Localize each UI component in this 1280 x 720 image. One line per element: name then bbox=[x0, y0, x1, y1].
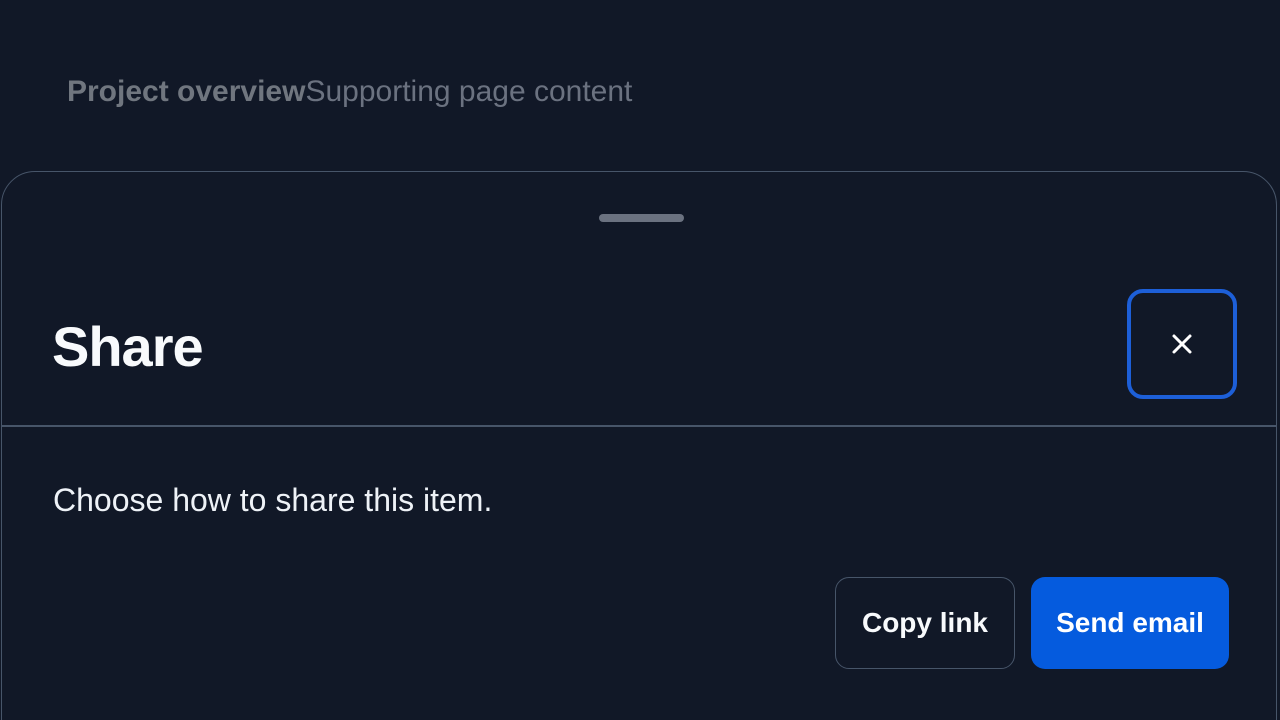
close-icon bbox=[1170, 323, 1194, 365]
background-header: Project overview Supporting page content bbox=[67, 72, 632, 112]
sheet-description: Choose how to share this item. bbox=[53, 482, 493, 518]
drag-handle[interactable] bbox=[599, 214, 684, 222]
page: Project overview Supporting page content … bbox=[0, 0, 1280, 720]
close-button[interactable] bbox=[1127, 289, 1237, 399]
copy-link-button[interactable]: Copy link bbox=[835, 577, 1015, 669]
send-email-button[interactable]: Send email bbox=[1031, 577, 1229, 669]
page-title: Project overview bbox=[67, 75, 306, 108]
sheet-title: Share bbox=[52, 315, 204, 378]
page-subtitle: Supporting page content bbox=[305, 75, 633, 108]
header-divider bbox=[2, 425, 1276, 427]
share-bottom-sheet: Share Choose how to share this item. Cop… bbox=[1, 171, 1277, 720]
